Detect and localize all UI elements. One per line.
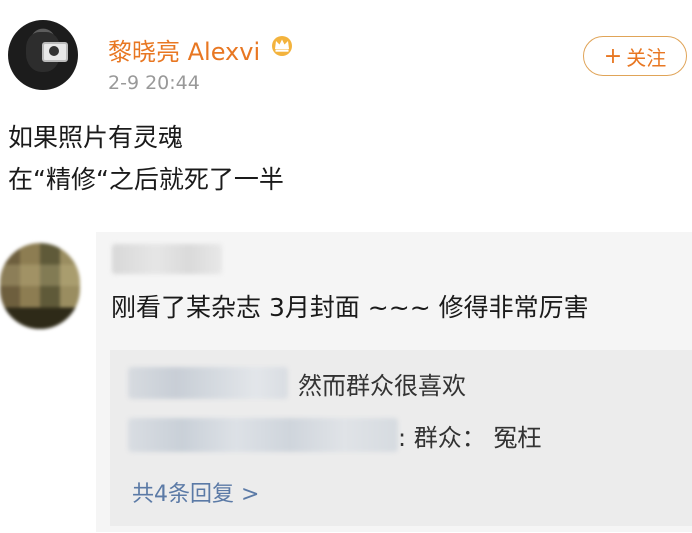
comment-text: 刚看了某杂志 3月封面 ~~~ 修得非常厉害 — [111, 293, 589, 322]
commenter-avatar[interactable] — [0, 243, 80, 329]
post-time: 2-9 20:44 — [108, 72, 200, 94]
follow-label: 关注 — [626, 45, 667, 70]
reply-text: : 群众： 冤枉 — [398, 424, 542, 452]
crown-icon — [272, 36, 292, 56]
post-text-line-1: 如果照片有灵魂 — [8, 123, 184, 152]
post-text-line-2: 在“精修“之后就死了一半 — [8, 165, 284, 194]
author-avatar[interactable] — [8, 20, 78, 90]
commenter-name-blurred[interactable] — [112, 244, 222, 274]
follow-button[interactable]: + 关注 — [583, 36, 687, 76]
more-replies-link[interactable]: 共4条回复 > — [132, 476, 259, 508]
plus-icon: + — [603, 43, 623, 69]
reply-author-blurred[interactable] — [128, 367, 288, 399]
reply-text: 然而群众很喜欢 — [298, 372, 466, 400]
author-name[interactable]: 黎晓亮 Alexvi — [108, 32, 260, 67]
reply-author-blurred[interactable] — [128, 418, 398, 452]
